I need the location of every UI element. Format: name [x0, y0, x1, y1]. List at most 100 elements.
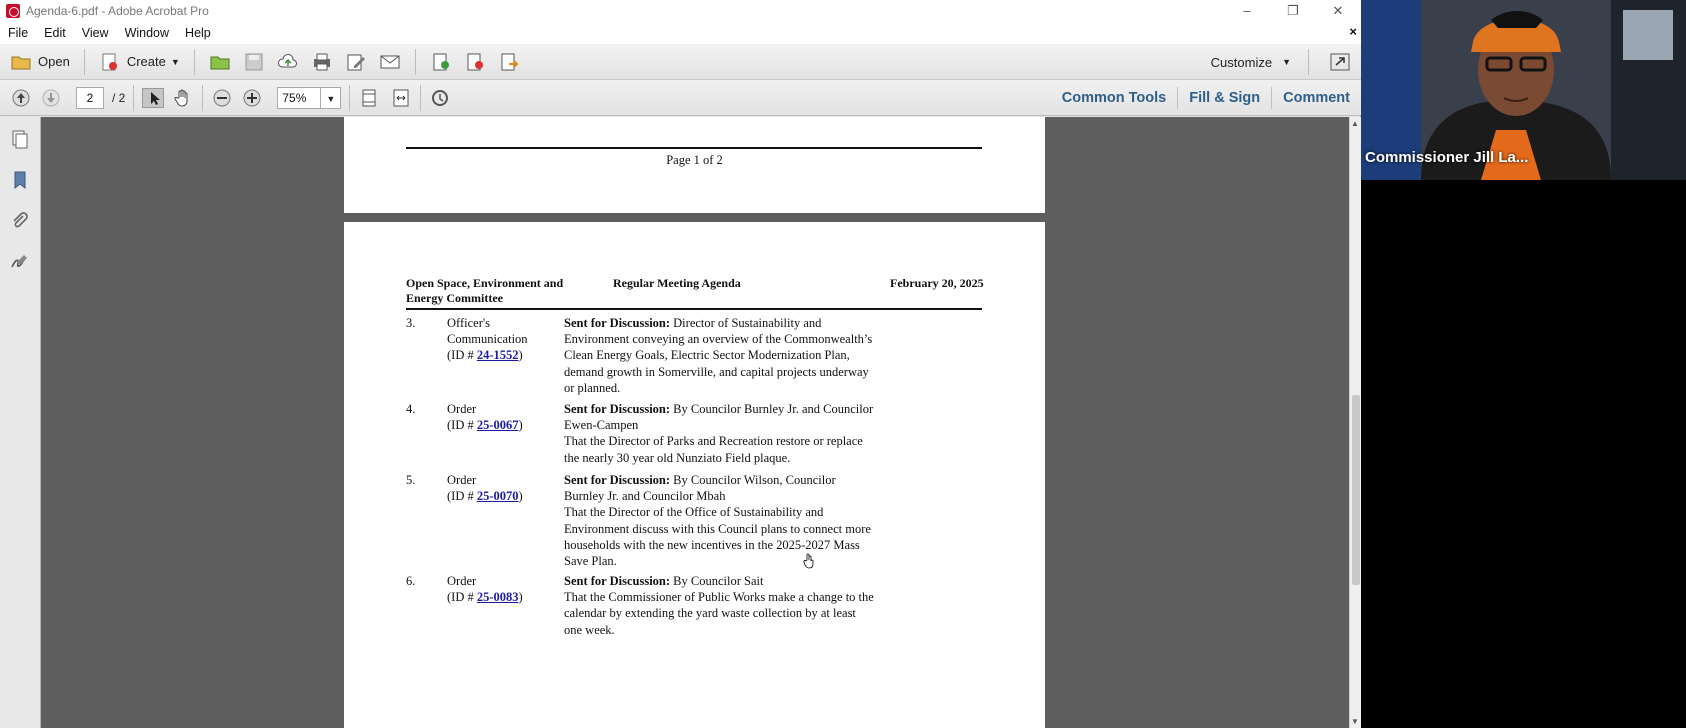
scrollbar-thumb[interactable]	[1352, 395, 1360, 585]
menu-file[interactable]: File	[0, 26, 36, 40]
comment-link[interactable]: Comment	[1272, 90, 1361, 106]
item-text-2: That the Commissioner of Public Works ma…	[564, 590, 874, 637]
menu-view[interactable]: View	[74, 26, 117, 40]
meeting-date: February 20, 2025	[890, 276, 984, 290]
item-description: Sent for Discussion: By Councilor Burnle…	[564, 401, 876, 466]
email-icon[interactable]	[379, 52, 401, 72]
edit-document-icon[interactable]	[345, 52, 367, 72]
customize-label: Customize	[1210, 54, 1273, 70]
item-status: Sent for Discussion:	[564, 574, 671, 588]
insert-page-icon[interactable]	[430, 52, 452, 72]
document-viewer[interactable]: Page 1 of 2 Open Space, Environment and …	[41, 117, 1349, 728]
acrobat-window: Agenda-6.pdf - Adobe Acrobat Pro – ❐ ✕ F…	[0, 0, 1361, 728]
bookmarks-icon[interactable]	[10, 170, 30, 190]
extract-page-icon[interactable]	[498, 52, 520, 72]
folder-icon	[10, 52, 32, 72]
toolbar-divider	[193, 48, 195, 75]
zoom-input[interactable]	[277, 86, 322, 109]
hand-tool-icon[interactable]	[172, 88, 194, 108]
id-suffix: )	[518, 418, 523, 433]
item-number: 5.	[406, 473, 416, 487]
signatures-icon[interactable]	[10, 252, 30, 272]
fill-sign-link[interactable]: Fill & Sign	[1178, 90, 1271, 106]
vertical-scrollbar[interactable]: ▲ ▼	[1349, 117, 1361, 728]
id-suffix: )	[518, 489, 523, 504]
minimize-button[interactable]: –	[1227, 0, 1267, 22]
pdf-page-2: Open Space, Environment and Energy Commi…	[344, 222, 1045, 728]
item-status: Sent for Discussion:	[564, 473, 671, 487]
item-status: Sent for Discussion:	[564, 316, 671, 330]
item-number: 3.	[406, 316, 416, 330]
save-icon[interactable]	[243, 52, 265, 72]
item-id-link[interactable]: 25-0083	[477, 590, 519, 604]
scroll-up-icon[interactable]: ▲	[1351, 119, 1359, 128]
close-button[interactable]: ✕	[1318, 0, 1358, 22]
open-label: Open	[38, 54, 70, 69]
acrobat-logo-icon	[6, 4, 20, 18]
chevron-down-icon[interactable]: ▼	[321, 86, 342, 109]
previous-page-icon[interactable]	[10, 88, 32, 108]
item-status: Sent for Discussion:	[564, 402, 671, 416]
id-suffix: )	[518, 590, 523, 605]
item-description: Sent for Discussion: Director of Sustain…	[564, 315, 876, 396]
zoom-out-icon[interactable]	[211, 88, 233, 108]
title-bar: Agenda-6.pdf - Adobe Acrobat Pro – ❐ ✕	[0, 0, 1361, 22]
item-type: Order (ID # 25-0083)	[447, 573, 552, 605]
navigation-toolbar: / 2 ▼ Common Tools	[0, 80, 1361, 116]
select-tool-icon[interactable]	[142, 87, 165, 108]
item-type-line1: Officer's	[447, 316, 490, 330]
page-total: / 2	[112, 90, 126, 105]
chevron-down-icon: ▼	[1282, 57, 1291, 67]
expand-icon[interactable]	[1329, 52, 1351, 72]
zoom-select[interactable]: ▼	[277, 86, 342, 109]
page-footer: Page 1 of 2	[666, 153, 723, 167]
read-mode-icon[interactable]	[429, 88, 451, 108]
toolbar-divider	[83, 48, 85, 75]
delete-page-icon[interactable]	[464, 52, 486, 72]
committee-name-line2: Energy Committee	[406, 291, 503, 305]
chevron-down-icon: ▼	[170, 56, 180, 67]
agenda-item: 3. Officer's Communication (ID # 24-1552…	[406, 315, 966, 395]
cloud-upload-icon[interactable]	[277, 52, 299, 72]
item-id-link[interactable]: 25-0070	[477, 489, 519, 503]
attachments-icon[interactable]	[10, 211, 30, 231]
item-number: 4.	[406, 402, 416, 416]
page-thumbnails-icon[interactable]	[10, 129, 30, 149]
fit-page-icon[interactable]	[358, 88, 380, 108]
zoom-in-icon[interactable]	[241, 88, 263, 108]
toolbar-divider	[420, 84, 422, 111]
toolbar-divider	[202, 84, 204, 111]
item-type-line1: Order	[447, 473, 477, 487]
task-panes: Common Tools Fill & Sign Comment	[1051, 80, 1361, 116]
id-prefix: (ID #	[447, 489, 477, 504]
restore-button[interactable]: ❐	[1273, 0, 1313, 22]
customize-dropdown[interactable]: Customize ▼	[1211, 44, 1291, 80]
print-icon[interactable]	[311, 52, 333, 72]
item-id-link[interactable]: 25-0067	[477, 418, 519, 432]
create-label: Create	[126, 54, 166, 69]
item-type: Order (ID # 25-0067)	[447, 401, 552, 433]
item-number: 6.	[406, 574, 416, 588]
menu-edit[interactable]: Edit	[36, 26, 74, 40]
item-text-2: That the Director of Parks and Recreatio…	[564, 434, 863, 465]
close-document-icon[interactable]: ×	[1349, 24, 1357, 39]
menu-window[interactable]: Window	[117, 26, 177, 40]
agenda-title: Regular Meeting Agenda	[613, 276, 741, 290]
toolbar-divider	[349, 84, 351, 111]
menu-help[interactable]: Help	[177, 26, 219, 40]
item-description: Sent for Discussion: By Councilor Sait Th…	[564, 573, 876, 638]
footer-rule	[406, 147, 982, 149]
item-id-link[interactable]: 24-1552	[477, 348, 519, 362]
folder-open-icon[interactable]	[209, 52, 231, 72]
fit-width-icon[interactable]	[390, 88, 412, 108]
item-id: (ID # 24-1552)	[447, 347, 552, 363]
common-tools-link[interactable]: Common Tools	[1051, 90, 1177, 106]
scroll-down-icon[interactable]: ▼	[1351, 717, 1359, 726]
open-button[interactable]: Open	[4, 48, 76, 76]
next-page-icon[interactable]	[40, 88, 62, 108]
create-button[interactable]: Create ▼	[93, 48, 186, 76]
header-rule	[406, 308, 982, 310]
main-toolbar: Open Create ▼ Customize ▼	[0, 44, 1361, 80]
page-number-input[interactable]	[76, 86, 104, 109]
item-type-line1: Order	[447, 574, 477, 588]
